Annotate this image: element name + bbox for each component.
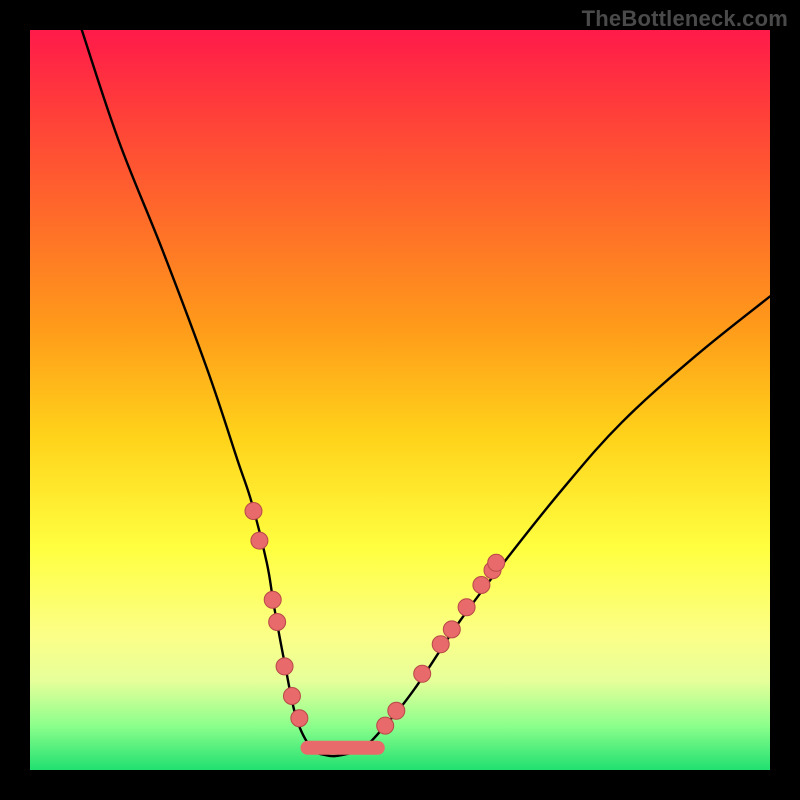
left-marker-3: [264, 591, 281, 608]
left-marker-6: [283, 688, 300, 705]
right-marker-2: [388, 702, 405, 719]
left-marker-1: [245, 503, 262, 520]
right-marker-3: [414, 665, 431, 682]
chart-frame: { "watermark": "TheBottleneck.com", "cha…: [0, 0, 800, 800]
right-marker-4: [432, 636, 449, 653]
data-markers: [245, 503, 505, 735]
bottleneck-curve: [82, 30, 770, 756]
right-marker-7: [473, 577, 490, 594]
right-marker-1: [377, 717, 394, 734]
left-marker-7: [291, 710, 308, 727]
right-marker-6: [458, 599, 475, 616]
right-marker-8: [484, 562, 501, 579]
plot-area: [30, 30, 770, 770]
chart-svg: [30, 30, 770, 770]
watermark-text: TheBottleneck.com: [582, 6, 788, 32]
left-marker-2: [251, 532, 268, 549]
right-marker-5: [443, 621, 460, 638]
right-marker-9: [488, 554, 505, 571]
left-marker-5: [276, 658, 293, 675]
left-marker-4: [269, 614, 286, 631]
